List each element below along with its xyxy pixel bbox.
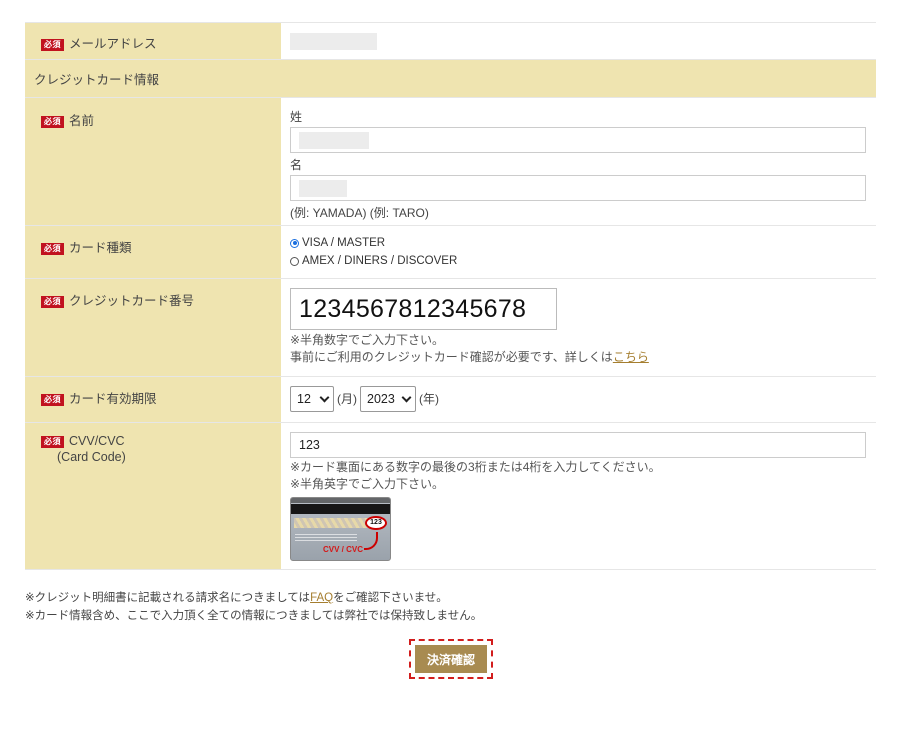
magnetic-stripe [291,504,390,514]
last-name-label: 姓 [290,110,303,124]
card-type-option-amex-diners-discover[interactable]: AMEX / DINERS / DISCOVER [290,252,867,270]
cvv-hint-halfwidth: ※半角英字でご入力下さい。 [290,477,445,491]
name-hint: (例: YAMADA) (例: TARO) [290,206,429,220]
card-section-title: クレジットカード情報 [34,73,160,87]
first-name-field[interactable] [290,175,866,201]
required-badge: 必須 [41,436,64,448]
card-fine-print [295,534,357,542]
cvv-code-highlight: 123 [365,516,387,530]
radio-checked-icon[interactable] [290,238,299,248]
card-type-row: 必須 カード種類 VISA / MASTER AMEX / DINERS / DI… [25,226,876,279]
cvv-label-cell: 必須 CVV/CVC (Card Code) [25,423,281,569]
cvv-hint: ※カード裏面にある数字の最後の3桁または4桁を入力してください。 [290,460,661,474]
last-name-value-redacted [299,132,369,149]
expiry-value-cell: 12 (月) 2023 (年) [281,377,876,422]
name-value-cell: 姓 名 (例: YAMADA) (例: TARO) [281,98,876,225]
card-type-option-label: VISA / MASTER [302,237,386,249]
cvv-label: CVV/CVC [69,434,125,448]
note-line1-after: をご確認下さいませ。 [333,592,448,604]
required-badge: 必須 [41,116,64,128]
expiry-year-select[interactable]: 2023 [360,386,416,412]
faq-link[interactable]: FAQ [310,592,333,604]
note-line1-before: ※クレジット明細書に記載される請求名につきましては [25,592,311,604]
expiry-label-cell: 必須 カード有効期限 [25,377,281,422]
last-name-field[interactable] [290,127,866,153]
year-unit: (年) [419,392,439,406]
email-label: メールアドレス [69,37,157,51]
cvv-image-caption: CVV / CVC [323,545,364,554]
email-value-redacted [290,33,377,50]
note-data-retention: ※カード情報含め、ここで入力頂く全ての情報につきましては弊社では保持致しません。 [25,610,483,622]
card-top-text [291,498,390,503]
email-label-cell: 必須 メールアドレス [25,23,281,59]
payment-notes: ※クレジット明細書に記載される請求名につきましてはFAQをご確認下さいませ。 ※… [25,589,482,625]
expiry-month-value: 12 [297,392,311,406]
card-type-value-cell: VISA / MASTER AMEX / DINERS / DISCOVER [281,226,876,278]
card-type-option-label: AMEX / DINERS / DISCOVER [302,255,458,267]
required-badge: 必須 [41,243,64,255]
card-number-input[interactable]: 1234567812345678 [290,288,557,330]
expiry-month-select[interactable]: 12 [290,386,334,412]
card-number-value-cell: 1234567812345678 ※半角数字でご入力下さい。 事前にご利用のクレ… [281,279,876,376]
chevron-down-icon [319,392,330,402]
card-number-info: 事前にご利用のクレジットカード確認が必要です、詳しくはこちら [290,349,867,366]
month-unit: (月) [337,392,357,406]
cvv-input[interactable]: 123 [290,432,866,458]
card-number-hint: ※半角数字でご入力下さい。 [290,333,445,347]
cvv-row: 必須 CVV/CVC (Card Code) 123 ※カード裏面にある数字の最後… [25,423,876,570]
card-type-option-visa-master[interactable]: VISA / MASTER [290,234,867,252]
signature-panel [294,518,372,528]
name-label-cell: 必須 名前 [25,98,281,225]
card-type-label-cell: 必須 カード種類 [25,226,281,278]
card-number-label: クレジットカード番号 [69,294,195,308]
expiry-row: 必須 カード有効期限 12 (月) 2023 (年) [25,377,876,423]
payment-form: 必須 メールアドレス クレジットカード情報 必須 名前 姓 名 (例: YAMADA… [25,22,876,570]
card-number-row: 必須 クレジットカード番号 1234567812345678 ※半角数字でご入力下… [25,279,876,377]
radio-unchecked-icon[interactable] [290,256,299,266]
required-badge: 必須 [41,394,64,406]
cvv-value-cell: 123 ※カード裏面にある数字の最後の3桁または4桁を入力してください。 ※半角… [281,423,876,569]
cvv-card-image: 123 CVV / CVC [290,497,391,561]
required-badge: 必須 [41,39,64,51]
submit-highlight: 決済確認 [409,639,493,679]
name-row: 必須 名前 姓 名 (例: YAMADA) (例: TARO) [25,98,876,226]
note-billing-name: ※クレジット明細書に記載される請求名につきましてはFAQをご確認下さいませ。 [25,589,482,607]
card-type-label: カード種類 [69,241,132,255]
cvv-sublabel: (Card Code) [57,450,126,464]
card-check-link[interactable]: こちら [613,350,649,364]
card-number-label-cell: 必須 クレジットカード番号 [25,279,281,376]
required-badge: 必須 [41,296,64,308]
name-label: 名前 [69,114,95,128]
payment-confirm-button[interactable]: 決済確認 [415,645,487,673]
expiry-year-value: 2023 [367,392,395,406]
expiry-label: カード有効期限 [69,392,157,406]
first-name-value-redacted [299,180,347,197]
card-section-header: クレジットカード情報 [25,60,876,98]
card-number-info-text: 事前にご利用のクレジットカード確認が必要です、詳しくは [290,350,613,364]
email-value-cell [281,23,876,59]
first-name-label: 名 [290,158,303,172]
arrow-icon [364,532,378,550]
chevron-down-icon [401,392,412,402]
email-row: 必須 メールアドレス [25,23,876,60]
